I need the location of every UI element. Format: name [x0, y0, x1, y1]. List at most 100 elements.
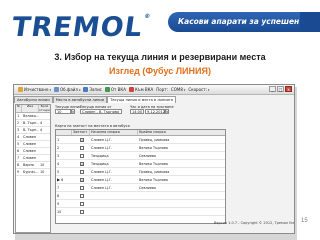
start-stop-cell[interactable]: Сливен Ц.Г.: [90, 136, 138, 144]
tab-2[interactable]: Места в автобусни линии: [52, 96, 108, 103]
page-number: 15: [301, 218, 308, 224]
start-stop-cell[interactable]: Сливен Ц.Г.: [90, 176, 138, 184]
start-stop-cell[interactable]: Сливен Ц.Г.: [90, 144, 138, 152]
toolbar-item-7[interactable]: COM8 ▾: [170, 86, 186, 94]
toolbar-item-2[interactable]: Об.файл ▾: [53, 86, 81, 94]
toolbar-item-5[interactable]: Към ВКА: [128, 86, 154, 94]
line-name-cell: Сливен: [23, 149, 37, 153]
calendar-dropdown-icon[interactable]: ▾: [165, 109, 170, 114]
toolbar-item-4[interactable]: От ВКА: [104, 86, 127, 94]
end-stop-cell[interactable]: Велико Търново: [138, 160, 224, 168]
occupied-cell: [72, 192, 90, 200]
file-icon: [54, 87, 60, 92]
departure-date-field[interactable]: 9.12.2012: [145, 109, 166, 114]
start-stop-cell[interactable]: [90, 192, 138, 200]
seat-number: 3: [57, 153, 60, 158]
toolbar-item-label: От ВКА: [110, 87, 126, 92]
seat-number: 5: [57, 169, 60, 174]
occupied-checkbox[interactable]: [79, 193, 84, 198]
tagline-tail: [300, 12, 320, 32]
end-stop-cell[interactable]: [138, 200, 224, 208]
end-stop-cell[interactable]: Севлиево: [138, 152, 224, 160]
seat-map-rows: 1 ✓ Сливен Ц.Г. Правец, рамкова 2 Сливен Ц.Г…: [56, 136, 225, 216]
occupied-checkbox[interactable]: ✓: [79, 161, 84, 166]
bus-line-row[interactable]: 9 Бургас... 10: [16, 169, 50, 176]
line-name-cell: Сливен: [23, 142, 37, 146]
current-line-group: Текуща линия 10 ▾: [55, 105, 81, 117]
minimize-button[interactable]: _: [269, 86, 276, 92]
end-stop-cell[interactable]: Севлиево: [138, 184, 224, 192]
col-seat-header: [56, 130, 72, 135]
bus-line-row[interactable]: 4 Сливен: [16, 134, 50, 141]
bus-line-row[interactable]: 3 В. Търн... 4: [16, 127, 50, 134]
current-line-panel: Текуща линия 10 ▾ Текуща линия от Сливен …: [52, 104, 293, 233]
toolbar-item-6[interactable]: Порт:: [155, 86, 169, 94]
current-line-select[interactable]: 10: [55, 109, 71, 114]
toolbar: Изчистване ▾ Об.файл ▾ Запис От ВКА Към ВКА Пор…: [14, 85, 294, 95]
end-stop-cell[interactable]: Правец, рамкова: [138, 136, 224, 144]
end-stop-cell[interactable]: Велико Търново: [138, 144, 224, 152]
tab-3[interactable]: Текуща линия и места в линията: [107, 96, 176, 103]
chevron-down-icon[interactable]: ▾: [50, 88, 52, 92]
occupied-cell: [72, 144, 90, 152]
maximize-button[interactable]: □: [277, 86, 284, 92]
bus-line-row[interactable]: 2 В. Търн... 4: [16, 120, 50, 127]
occupied-checkbox[interactable]: [79, 201, 84, 206]
chevron-down-icon[interactable]: ▾: [184, 88, 186, 92]
occupied-checkbox[interactable]: [79, 145, 84, 150]
bus-line-row[interactable]: 1 Велико...: [16, 113, 50, 120]
toolbar-item-8[interactable]: Скорост: ▾: [187, 86, 210, 94]
slide-heading: 3. Избор на текуща линия и резервирани м…: [54, 52, 266, 62]
line-from-group: Текуща линия от Сливен - В. Търново: [80, 105, 122, 117]
bus-line-row[interactable]: 6 Сливен: [16, 148, 50, 155]
seat-number-cell: 1: [56, 136, 72, 144]
bus-line-row[interactable]: 8 Варна 10: [16, 162, 50, 169]
chevron-down-icon[interactable]: ▾: [71, 109, 75, 114]
end-stop-cell[interactable]: Правец, рамкова: [138, 168, 224, 176]
occupied-checkbox[interactable]: [79, 209, 84, 214]
seat-number-cell: 3: [56, 152, 72, 160]
start-stop-cell[interactable]: Твърдица: [90, 152, 138, 160]
toolbar-item-label: Об.файл: [60, 87, 78, 92]
chevron-down-icon[interactable]: ▾: [79, 88, 81, 92]
occupied-checkbox[interactable]: [79, 169, 84, 174]
seat-number-cell: 4: [56, 160, 72, 168]
line-from-field[interactable]: Сливен - В. Търново: [80, 109, 122, 114]
status-bar: [14, 233, 294, 234]
version-text: Версия 1.0.7 - Copyright © 2012, Тремол …: [214, 221, 295, 225]
line-name-cell: Сливен: [23, 156, 37, 160]
end-stop-cell[interactable]: [138, 192, 224, 200]
save-icon: [83, 87, 89, 92]
start-stop-cell[interactable]: Сливен Ц.Г.: [90, 168, 138, 176]
col-end-stop-header: Крайна спирка: [139, 130, 166, 134]
occupied-checkbox[interactable]: [79, 153, 84, 158]
start-stop-cell[interactable]: Сливен Ц.Г.: [90, 184, 138, 192]
departure-time-field[interactable]: 14:00: [130, 109, 144, 114]
bus-line-row[interactable]: 7 Сливен: [16, 155, 50, 162]
seat-number: 10: [57, 209, 62, 214]
departure-group: Час и дата на тръгване 14:00 9.12.2012▾: [130, 105, 174, 117]
occupied-checkbox[interactable]: [79, 185, 84, 190]
close-button[interactable]: x: [285, 86, 292, 92]
bus-line-row[interactable]: 5 Сливен: [16, 141, 50, 148]
toolbar-item-3[interactable]: Запис: [82, 86, 102, 94]
seat-row[interactable]: 10: [56, 208, 225, 216]
seat-number: 4: [57, 161, 60, 166]
occupied-cell: [72, 200, 90, 208]
occupied-checkbox[interactable]: ✓: [79, 177, 84, 182]
start-stop-cell[interactable]: [90, 208, 138, 216]
app-window: Изчистване ▾ Об.файл ▾ Запис От ВКА Към ВКА Пор…: [13, 84, 295, 234]
slide: TREMOL® Касови апарати за успешен бизнес…: [0, 0, 320, 240]
toolbar-item-1[interactable]: Изчистване ▾: [17, 86, 52, 94]
start-stop-cell[interactable]: [90, 200, 138, 208]
tab-1[interactable]: Автобусни линии: [14, 96, 53, 103]
seat-map-label: Карта на заетост на местата в автобуса: [55, 124, 130, 128]
start-stop-cell[interactable]: Твърдица: [90, 160, 138, 168]
tremol-logo: TREMOL®: [9, 12, 152, 43]
occupied-checkbox[interactable]: ✓: [79, 137, 84, 142]
chevron-down-icon[interactable]: ▾: [208, 88, 210, 92]
occupied-cell: [72, 184, 90, 192]
end-stop-cell[interactable]: [138, 208, 224, 216]
end-stop-cell[interactable]: Велико Търново: [138, 176, 224, 184]
seat-number: 2: [57, 145, 60, 150]
